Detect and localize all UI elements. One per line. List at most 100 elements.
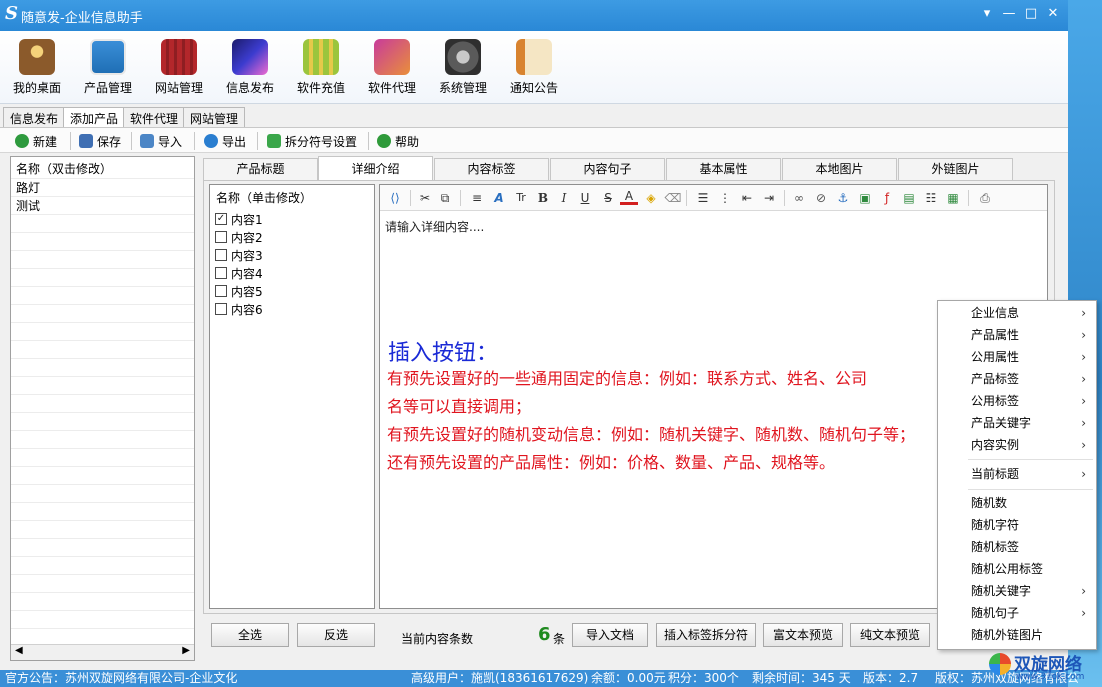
content-item[interactable]: 内容4: [210, 264, 374, 282]
checkbox[interactable]: [215, 285, 227, 297]
swirl-logo-icon: [989, 653, 1011, 675]
toolbar-desktop-button[interactable]: 我的桌面: [5, 37, 69, 96]
menu-item-random-sentence[interactable]: 随机句子 ›: [938, 602, 1096, 624]
watermark-url: www.37ok.com: [1016, 672, 1085, 682]
import-document-button[interactable]: 导入文档: [572, 623, 648, 647]
minimize-button[interactable]: —: [998, 4, 1020, 24]
tab-content-sentences[interactable]: 内容句子: [550, 158, 665, 180]
tab-content-tags[interactable]: 内容标签: [434, 158, 549, 180]
content-item[interactable]: 内容2: [210, 228, 374, 246]
toolbar-agent-button[interactable]: 软件代理: [360, 37, 424, 96]
plain-text-preview-button[interactable]: 纯文本预览: [850, 623, 930, 647]
highlight-icon[interactable]: ◈: [642, 189, 660, 207]
menu-item-product-keywords[interactable]: 产品关键字 ›: [938, 412, 1096, 434]
tab-basic-attributes[interactable]: 基本属性: [666, 158, 781, 180]
toolbar-system-button[interactable]: 系统管理: [431, 37, 495, 96]
menu-item-random-tag[interactable]: 随机标签: [938, 536, 1096, 558]
content-item[interactable]: 内容6: [210, 300, 374, 318]
toolbar-notice-button[interactable]: 通知公告: [502, 37, 566, 96]
eraser-icon[interactable]: ⌫: [664, 189, 682, 207]
checkbox-checked[interactable]: ✓: [215, 213, 227, 225]
print-icon[interactable]: ⎙: [976, 189, 994, 207]
horizontal-rule-icon[interactable]: ☷: [922, 189, 940, 207]
toolbar-website-button[interactable]: 网站管理: [147, 37, 211, 96]
invert-selection-button[interactable]: 反选: [297, 623, 375, 647]
content-item[interactable]: 内容3: [210, 246, 374, 264]
list-item: [11, 431, 194, 449]
menu-item-product-attributes[interactable]: 产品属性 ›: [938, 324, 1096, 346]
tab-external-images[interactable]: 外链图片: [898, 158, 1013, 180]
rich-text-preview-button[interactable]: 富文本预览: [763, 623, 843, 647]
list-item[interactable]: 测试: [11, 197, 194, 215]
scroll-right-icon[interactable]: ▶: [182, 645, 190, 656]
toolbar-publish-button[interactable]: 信息发布: [218, 37, 282, 96]
anchor-icon[interactable]: ⚓: [834, 189, 852, 207]
font-size-icon[interactable]: Tr: [512, 189, 530, 207]
help-button[interactable]: 帮助: [377, 132, 419, 150]
numbered-list-icon[interactable]: ⋮: [716, 189, 734, 207]
product-list: 名称（双击修改） 路灯 测试 ◀ ▶: [10, 156, 195, 661]
tab-detail-intro[interactable]: 详细介绍: [318, 156, 433, 180]
cut-icon[interactable]: ✂: [416, 189, 434, 207]
align-justify-icon[interactable]: ≡: [468, 189, 486, 207]
export-button[interactable]: 导出: [204, 132, 246, 150]
source-code-icon[interactable]: ⟨⟩: [386, 189, 404, 207]
content-item[interactable]: 内容5: [210, 282, 374, 300]
toolbar-product-button[interactable]: 产品管理: [76, 37, 140, 96]
menu-item-random-chars[interactable]: 随机字符: [938, 514, 1096, 536]
table-icon[interactable]: ▦: [944, 189, 962, 207]
split-setting-button[interactable]: 拆分符号设置: [267, 132, 357, 150]
font-color-icon[interactable]: A: [620, 189, 638, 205]
toolbar-recharge-button[interactable]: 软件充值: [289, 37, 353, 96]
scroll-left-icon[interactable]: ◀: [15, 645, 23, 656]
list-item[interactable]: 路灯: [11, 179, 194, 197]
indent-icon[interactable]: ⇥: [760, 189, 778, 207]
select-all-button[interactable]: 全选: [211, 623, 289, 647]
image-icon[interactable]: ▣: [856, 189, 874, 207]
status-user: 高级用户：施凯(18361617629): [411, 671, 589, 685]
tab-add-product[interactable]: 添加产品: [63, 107, 126, 128]
menu-item-public-attributes[interactable]: 公用属性 ›: [938, 346, 1096, 368]
italic-icon[interactable]: I: [555, 189, 573, 207]
media-icon[interactable]: ▤: [900, 189, 918, 207]
menu-item-company-info[interactable]: 企业信息 ›: [938, 302, 1096, 324]
menu-dropdown-button[interactable]: ▾: [976, 4, 998, 24]
import-button[interactable]: 导入: [140, 132, 182, 150]
content-item[interactable]: ✓ 内容1: [210, 210, 374, 228]
checkbox[interactable]: [215, 303, 227, 315]
tab-local-images[interactable]: 本地图片: [782, 158, 897, 180]
menu-item-random-external-image[interactable]: 随机外链图片: [938, 624, 1096, 646]
close-button[interactable]: ✕: [1042, 4, 1064, 24]
checkbox[interactable]: [215, 231, 227, 243]
underline-icon[interactable]: U: [576, 189, 594, 207]
bold-icon[interactable]: B: [534, 189, 552, 207]
menu-item-current-title[interactable]: 当前标题 ›: [938, 463, 1096, 485]
font-family-icon[interactable]: A: [490, 189, 508, 207]
save-button[interactable]: 保存: [79, 132, 121, 150]
unlink-icon[interactable]: ⊘: [812, 189, 830, 207]
new-button[interactable]: 新建: [15, 132, 57, 150]
tab-product-title[interactable]: 产品标题: [203, 158, 318, 180]
menu-item-public-tags[interactable]: 公用标签 ›: [938, 390, 1096, 412]
flash-icon[interactable]: ƒ: [878, 189, 896, 207]
menu-item-random-number[interactable]: 随机数: [938, 492, 1096, 514]
tab-publish-info[interactable]: 信息发布: [3, 107, 66, 127]
link-icon[interactable]: ∞: [790, 189, 808, 207]
menu-item-product-tags[interactable]: 产品标签 ›: [938, 368, 1096, 390]
strikethrough-icon[interactable]: S: [599, 189, 617, 207]
menu-item-random-public-tag[interactable]: 随机公用标签: [938, 558, 1096, 580]
checkbox[interactable]: [215, 249, 227, 261]
maximize-button[interactable]: □: [1020, 4, 1042, 24]
tab-website-manage[interactable]: 网站管理: [183, 107, 246, 127]
menu-item-random-keyword[interactable]: 随机关键字 ›: [938, 580, 1096, 602]
insert-tag-split-button[interactable]: 插入标签拆分符: [656, 623, 756, 647]
tab-software-agent[interactable]: 软件代理: [123, 107, 186, 127]
checkbox[interactable]: [215, 267, 227, 279]
outdent-icon[interactable]: ⇤: [738, 189, 756, 207]
editor-content[interactable]: 请输入详细内容....: [385, 218, 484, 235]
chevron-right-icon: ›: [1081, 438, 1086, 452]
horizontal-scrollbar[interactable]: ◀ ▶: [11, 644, 194, 660]
line-height-icon[interactable]: ☰: [694, 189, 712, 207]
menu-item-content-examples[interactable]: 内容实例 ›: [938, 434, 1096, 456]
copy-icon[interactable]: ⧉: [436, 189, 454, 207]
